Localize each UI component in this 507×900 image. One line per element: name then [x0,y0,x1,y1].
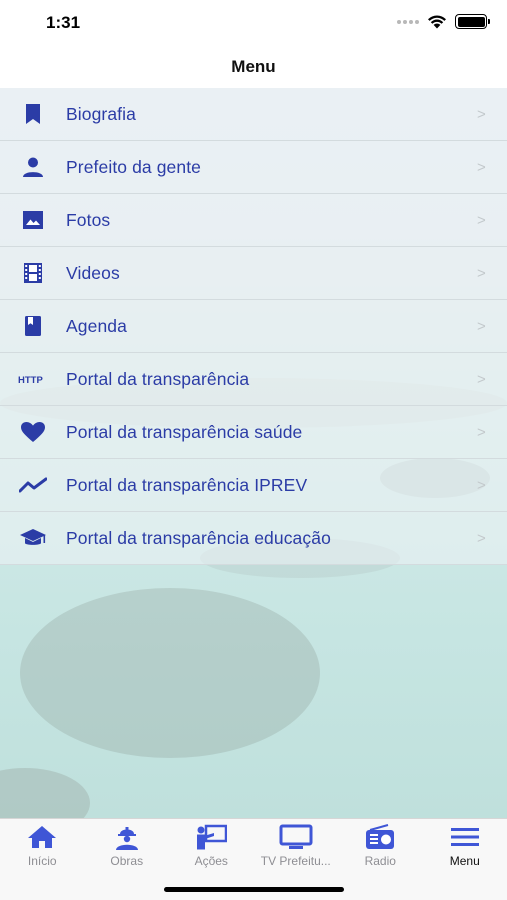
menu-item-biografia[interactable]: Biografia > [0,88,507,141]
tab-radio[interactable]: Radio [338,819,423,871]
film-icon [0,262,66,284]
tab-menu[interactable]: Menu [423,819,507,871]
status-icons [397,14,490,29]
bookmark-icon [0,103,66,125]
chevron-right-icon: > [477,158,486,176]
chevron-right-icon: > [477,264,486,282]
menu-item-label: Portal da transparência IPREV [66,474,308,495]
book-icon [0,315,66,337]
presentation-icon [195,822,228,852]
tab-acoes[interactable]: Ações [169,819,254,871]
menu-item-label: Agenda [66,315,127,336]
menu-item-agenda[interactable]: Agenda > [0,300,507,353]
menu-list: Biografia > Prefeito da gente > Fotos > [0,88,507,565]
worker-icon [113,822,141,852]
menu-item-prefeito-da-gente[interactable]: Prefeito da gente > [0,141,507,194]
radio-icon [364,822,396,852]
menu-item-label: Portal da transparência saúde [66,421,303,442]
menu-item-portal-transparencia-saude[interactable]: Portal da transparência saúde > [0,406,507,459]
menu-item-fotos[interactable]: Fotos > [0,194,507,247]
menu-item-label: Portal da transparência [66,368,250,389]
menu-item-label: Biografia [66,103,136,124]
menu-item-label: Prefeito da gente [66,156,201,177]
tv-icon [279,822,313,852]
chevron-right-icon: > [477,370,486,388]
person-icon [0,157,66,177]
home-icon [27,822,57,852]
navigation-bar: Menu [0,46,507,88]
home-indicator[interactable] [164,887,344,892]
chevron-right-icon: > [477,105,486,123]
tab-bar: Início Obras Ações TV Prefeitu... Radio [0,818,507,900]
menu-item-portal-transparencia-iprev[interactable]: Portal da transparência IPREV > [0,459,507,512]
trending-icon [0,477,66,493]
heart-icon [0,421,66,443]
chevron-right-icon: > [477,476,486,494]
battery-icon [455,14,490,29]
hamburger-menu-icon [450,822,480,852]
menu-item-label: Fotos [66,209,111,230]
page-title: Menu [231,57,276,76]
tab-label: Início [27,854,57,868]
menu-item-label: Videos [66,262,120,283]
menu-item-portal-transparencia[interactable]: HTTP Portal da transparência > [0,353,507,406]
menu-content: Biografia > Prefeito da gente > Fotos > [0,88,507,818]
status-time: 1:31 [46,13,81,32]
menu-item-portal-transparencia-educacao[interactable]: Portal da transparência educação > [0,512,507,565]
chevron-right-icon: > [477,211,486,229]
cellular-signal-icon [397,19,419,24]
tab-label: Obras [110,854,144,868]
tab-label: Menu [449,854,480,868]
http-icon: HTTP [0,373,66,385]
tab-label: Ações [194,854,228,868]
chevron-right-icon: > [477,529,486,547]
tab-obras[interactable]: Obras [85,819,170,871]
chevron-right-icon: > [477,317,486,335]
wifi-icon [428,15,446,29]
graduation-cap-icon [0,528,66,548]
tab-label: Radio [364,854,396,868]
tab-label: TV Prefeitu... [260,854,331,868]
chevron-right-icon: > [477,423,486,441]
svg-text:HTTP: HTTP [18,375,43,385]
status-bar: 1:31 [0,0,507,46]
menu-item-label: Portal da transparência educação [66,527,331,548]
image-icon [0,210,66,230]
tab-tv-prefeitura[interactable]: TV Prefeitu... [254,819,339,871]
menu-item-videos[interactable]: Videos > [0,247,507,300]
tab-inicio[interactable]: Início [0,819,85,871]
